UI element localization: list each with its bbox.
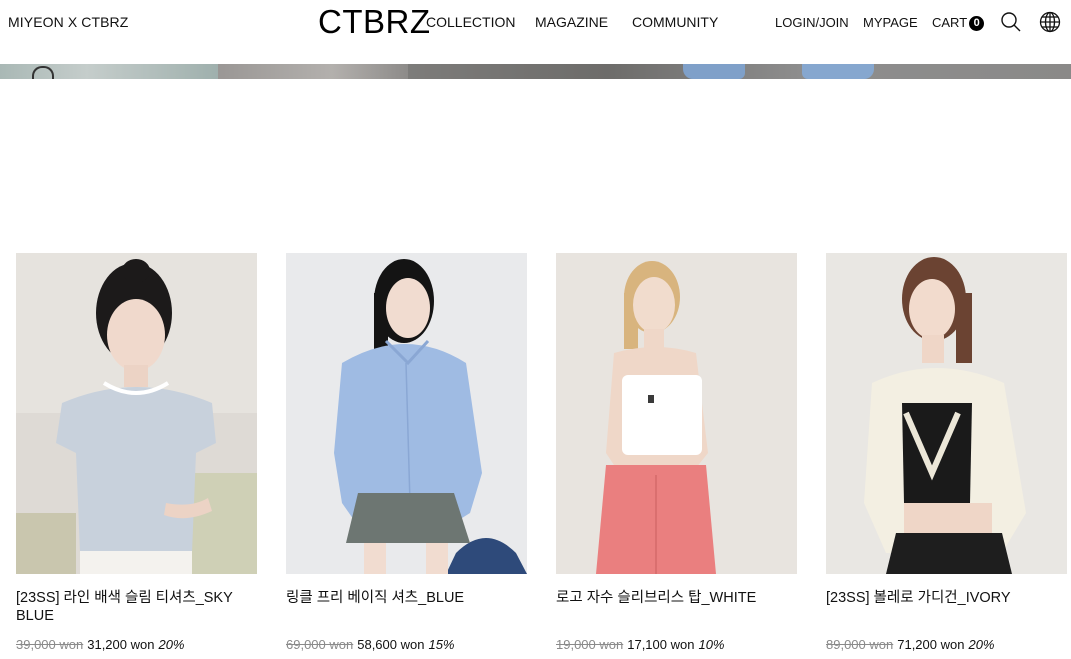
discount-rate: 20% [968, 637, 995, 652]
price-row: 89,000 won 71,200 won 20% [826, 637, 995, 652]
price-row: 19,000 won 17,100 won 10% [556, 637, 725, 652]
discount-rate: 20% [158, 637, 185, 652]
cart-label: CART [932, 15, 968, 30]
nav-community[interactable]: COMMUNITY [632, 14, 718, 30]
search-icon[interactable] [1000, 11, 1022, 33]
product-name[interactable]: [23SS] 라인 배색 슬림 티셔츠_SKY BLUE [16, 589, 261, 625]
globe-icon[interactable] [1039, 11, 1061, 33]
product-card[interactable]: [23SS] 볼레로 가디건_IVORY 89,000 won 71,200 wo… [826, 253, 1067, 652]
original-price: 39,000 won [16, 637, 84, 652]
product-name[interactable]: 로고 자수 슬리브리스 탑_WHITE [556, 589, 801, 607]
sale-price: 71,200 won [897, 637, 965, 652]
banner-segment [218, 64, 408, 79]
nav-magazine[interactable]: MAGAZINE [535, 14, 608, 30]
site-logo[interactable]: CTBRZ [318, 3, 431, 41]
product-card[interactable]: 링클 프리 베이직 셔츠_BLUE 69,000 won 58,600 won 15… [286, 253, 527, 652]
banner-segment [802, 64, 874, 79]
discount-rate: 10% [698, 637, 725, 652]
cart-count-badge: 0 [969, 16, 985, 31]
collab-link[interactable]: MIYEON X CTBRZ [8, 14, 128, 30]
price-row: 39,000 won 31,200 won 20% [16, 637, 185, 652]
product-image[interactable] [286, 253, 527, 574]
price-row: 69,000 won 58,600 won 15% [286, 637, 455, 652]
original-price: 89,000 won [826, 637, 894, 652]
banner-logo-mark [32, 66, 54, 79]
page: MIYEON X CTBRZ CTBRZ COLLECTION MAGAZINE… [0, 0, 1071, 659]
banner-segment [683, 64, 745, 79]
product-image[interactable] [556, 253, 797, 574]
product-card[interactable]: 로고 자수 슬리브리스 탑_WHITE 19,000 won 17,100 won… [556, 253, 797, 652]
hero-banner-image[interactable] [0, 64, 1071, 79]
original-price: 19,000 won [556, 637, 624, 652]
product-image[interactable] [16, 253, 257, 574]
product-image[interactable] [826, 253, 1067, 574]
discount-rate: 15% [428, 637, 455, 652]
product-name[interactable]: [23SS] 볼레로 가디건_IVORY [826, 589, 1071, 607]
sale-price: 58,600 won [357, 637, 425, 652]
login-join-link[interactable]: LOGIN/JOIN [775, 15, 849, 30]
site-header: MIYEON X CTBRZ CTBRZ COLLECTION MAGAZINE… [0, 0, 1071, 64]
nav-collection[interactable]: COLLECTION [426, 14, 515, 30]
product-card[interactable]: [23SS] 라인 배색 슬림 티셔츠_SKY BLUE 39,000 won 3… [16, 253, 257, 652]
mypage-link[interactable]: MYPAGE [863, 15, 918, 30]
sale-price: 31,200 won [87, 637, 155, 652]
original-price: 69,000 won [286, 637, 354, 652]
product-name[interactable]: 링클 프리 베이직 셔츠_BLUE [286, 589, 531, 607]
sale-price: 17,100 won [627, 637, 695, 652]
cart-link[interactable]: CART 0 [932, 15, 985, 31]
